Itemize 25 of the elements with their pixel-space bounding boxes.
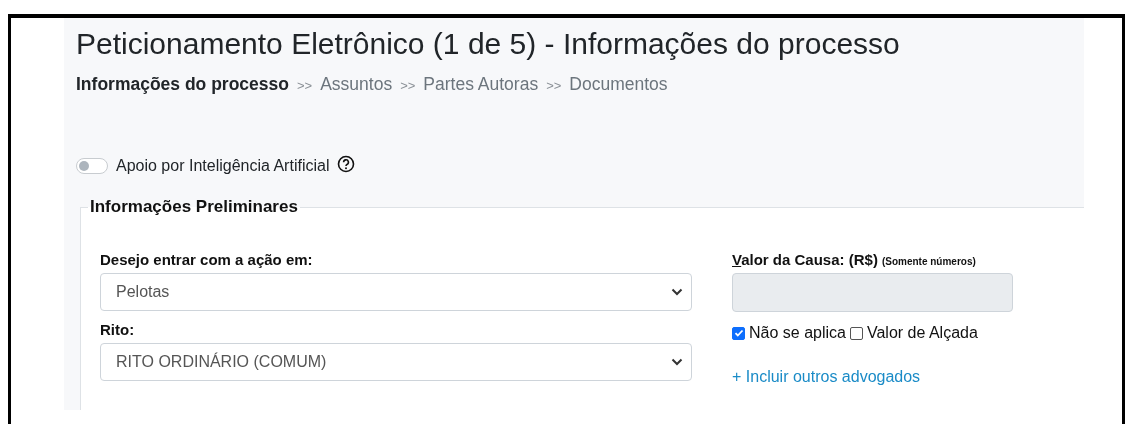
checkbox[interactable]: [849, 326, 863, 340]
chevron-down-icon: [671, 358, 683, 366]
toggle-label: Apoio por Inteligência Artificial: [116, 157, 330, 175]
breadcrumb-step[interactable]: Documentos: [569, 74, 668, 95]
checkbox-label: Não se aplica: [749, 324, 846, 342]
field-label: Desejo entrar com a ação em:: [100, 251, 314, 268]
help-icon[interactable]: [337, 155, 356, 173]
field-hint: (Somente números): [881, 256, 976, 267]
field-label: Valor da Causa: (R$): [732, 251, 878, 268]
select-field[interactable]: Pelotas: [100, 273, 692, 311]
checkbox[interactable]: [732, 326, 745, 340]
breadcrumb-separator: >>: [400, 78, 416, 93]
breadcrumb-step[interactable]: Assuntos: [320, 74, 393, 95]
toggle-switch[interactable]: [76, 158, 108, 174]
section-legend: Informações Preliminares: [88, 197, 300, 217]
select-field[interactable]: RITO ORDINÁRIO (COMUM): [100, 343, 692, 381]
chevron-down-icon: [671, 288, 683, 296]
breadcrumb-separator: >>: [297, 78, 313, 93]
add-lawyers-link[interactable]: + Incluir outros advogados: [732, 368, 921, 386]
breadcrumb-separator: >>: [546, 78, 562, 93]
breadcrumb-step[interactable]: Partes Autoras: [423, 74, 539, 95]
field-label: Rito:: [100, 321, 136, 338]
page-title: Peticionamento Eletrônico (1 de 5) - Informações do processo: [76, 26, 901, 62]
checkbox-label: Valor de Alçada: [866, 324, 978, 342]
breadcrumb-step[interactable]: Informações do processo: [76, 74, 289, 95]
